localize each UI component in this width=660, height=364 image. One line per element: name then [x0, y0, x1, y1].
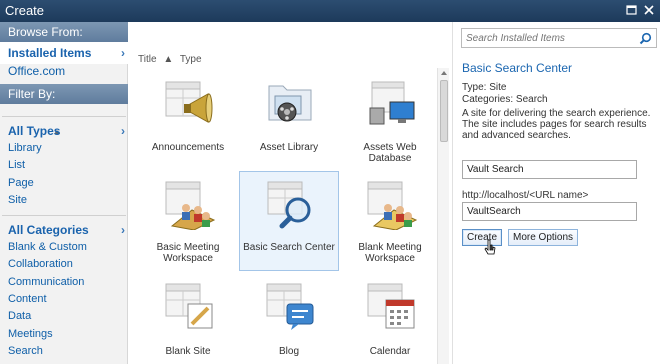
sidebar-item-label: All Categories	[8, 223, 89, 237]
sort-by-title[interactable]: Title	[138, 54, 157, 65]
sort-by-type[interactable]: Type	[180, 54, 202, 65]
tile-label: Basic Meeting Workspace	[156, 242, 220, 264]
sidebar-item-search[interactable]: Search	[8, 345, 43, 357]
sidebar-item-all-categories[interactable]: All Categories ›	[8, 223, 128, 237]
sidebar-item-meetings[interactable]: Meetings	[8, 328, 53, 340]
gallery-scrollbar[interactable]	[437, 68, 449, 364]
divider	[2, 215, 126, 216]
basic-search-center-icon	[267, 181, 311, 229]
tile-label: Asset Library	[259, 142, 319, 153]
title-bar: Create	[0, 0, 660, 22]
browse-from-header: Browse From:	[0, 22, 128, 42]
sidebar-item-data[interactable]: Data	[8, 310, 31, 322]
blank-meeting-workspace-icon	[367, 181, 418, 230]
sidebar-item-office-com[interactable]: Office.com	[8, 64, 65, 78]
sidebar-item-installed-items[interactable]: Installed Items ›	[0, 42, 128, 64]
tile-label: Blank Meeting Workspace	[358, 242, 422, 264]
tile-label: Basic Search Center	[243, 242, 335, 253]
sidebar-item-collaboration[interactable]: Collaboration	[8, 258, 73, 270]
tile-assets-web-database[interactable]: Assets Web Database	[340, 72, 440, 172]
tile-blank-site[interactable]: Blank Site	[138, 274, 238, 364]
template-type: Type: Site	[462, 82, 507, 93]
tile-asset-library[interactable]: Asset Library	[239, 72, 339, 172]
close-icon[interactable]	[642, 3, 656, 16]
url-name-field[interactable]	[462, 202, 637, 221]
tile-label: Announcements	[151, 142, 225, 153]
tile-basic-meeting-workspace[interactable]: Basic Meeting Workspace	[138, 172, 238, 272]
scroll-up-arrow-icon[interactable]	[441, 71, 447, 75]
tile-calendar[interactable]: Calendar	[340, 274, 440, 364]
details-panel: Basic Search Center Type: Site Categorie…	[452, 22, 660, 364]
site-name-field[interactable]	[462, 160, 637, 179]
sidebar-item-content[interactable]: Content	[8, 293, 47, 305]
tile-label: Assets Web Database	[363, 142, 417, 164]
url-hint: http://localhost/<URL name>	[462, 190, 589, 201]
maximize-icon[interactable]	[624, 3, 638, 16]
mouse-cursor-icon	[484, 239, 496, 255]
sidebar-item-page[interactable]: Page	[8, 177, 34, 189]
template-title: Basic Search Center	[462, 61, 573, 75]
sidebar-item-communication[interactable]: Communication	[8, 276, 84, 288]
tile-label: Calendar	[369, 346, 411, 357]
calendar-icon	[367, 283, 415, 329]
sidebar-item-list[interactable]: List	[8, 159, 25, 171]
sidebar-item-blank-custom[interactable]: Blank & Custom	[8, 241, 87, 253]
template-gallery: Title ▲ Type Announcements Asset Library	[129, 22, 435, 364]
sidebar-item-label: All Types	[8, 124, 61, 138]
announcements-icon	[165, 81, 213, 123]
basic-meeting-workspace-icon	[165, 181, 216, 230]
template-categories: Categories: Search	[462, 94, 548, 105]
blank-site-icon	[165, 283, 213, 329]
tile-blog[interactable]: Blog	[239, 274, 339, 364]
search-input[interactable]	[462, 29, 634, 47]
template-description: A site for delivering the search experie…	[462, 108, 651, 141]
tile-label: Blank Site	[165, 346, 211, 357]
blog-icon	[266, 283, 314, 330]
divider	[2, 116, 126, 117]
window-title: Create	[5, 3, 45, 18]
search-icon[interactable]	[639, 32, 652, 45]
sidebar: Browse From: Installed Items › Office.co…	[0, 22, 128, 364]
filter-by-header: Filter By:	[0, 84, 128, 104]
sidebar-item-label: Installed Items	[8, 46, 92, 60]
sort-ascending-icon: ▲	[163, 54, 174, 65]
asset-library-icon	[268, 85, 312, 122]
chevron-right-icon: ›	[121, 46, 125, 60]
more-options-button[interactable]: More Options	[508, 229, 579, 246]
tile-label: Blog	[278, 346, 299, 357]
sort-bar: Title ▲ Type	[138, 54, 206, 65]
scrollbar-thumb[interactable]	[440, 80, 448, 142]
chevron-right-icon: ›	[121, 223, 125, 237]
sidebar-item-all-types[interactable]: All Types ›	[8, 124, 128, 138]
sidebar-item-site[interactable]: Site	[8, 194, 27, 206]
assets-web-database-icon	[369, 81, 415, 125]
search-box	[461, 28, 657, 48]
template-meta: Type: Site Categories: Search	[462, 82, 548, 106]
tile-blank-meeting-workspace[interactable]: Blank Meeting Workspace	[340, 172, 440, 272]
tile-announcements[interactable]: Announcements	[138, 72, 238, 172]
tile-basic-search-center[interactable]: Basic Search Center	[239, 171, 339, 271]
sidebar-item-library[interactable]: Library	[8, 142, 42, 154]
chevron-right-icon: ›	[121, 124, 125, 138]
